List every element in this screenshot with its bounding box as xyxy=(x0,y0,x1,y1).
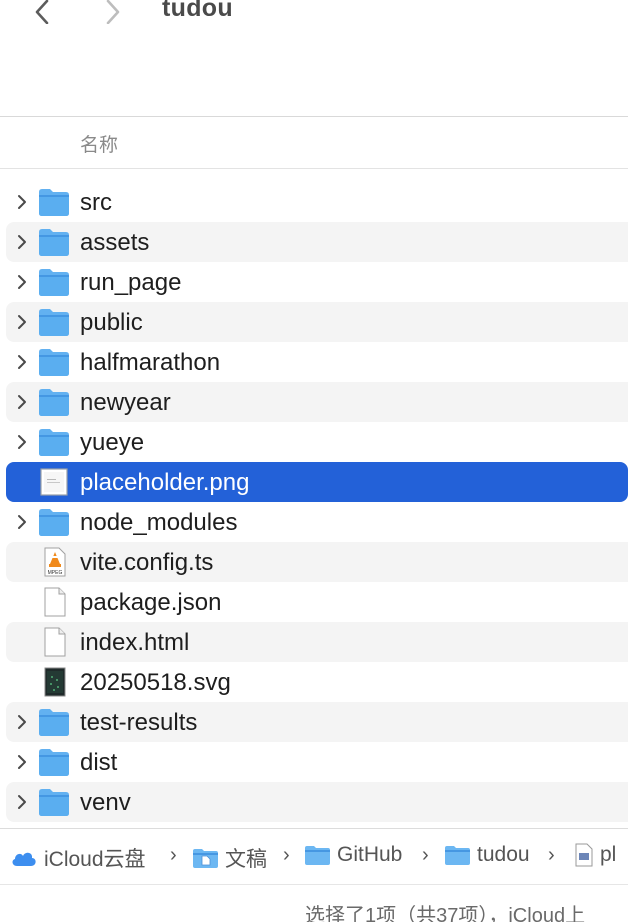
documents-folder-icon xyxy=(193,849,218,868)
crumb-github[interactable]: GitHub xyxy=(304,843,402,867)
file-row[interactable]: index.html xyxy=(6,622,628,662)
file-name: vite.config.ts xyxy=(80,549,214,576)
crumb-label: 文稿 xyxy=(225,848,267,871)
file-name: yueye xyxy=(80,429,145,456)
folder-icon xyxy=(39,709,69,736)
folder-icon xyxy=(39,189,69,216)
crumb-placeholder-file[interactable]: pl xyxy=(574,843,616,867)
file-row[interactable]: 20250518.svg xyxy=(6,662,628,702)
folder-icon xyxy=(39,429,69,456)
file-row[interactable]: yueye xyxy=(6,422,628,462)
toolbar: tudou xyxy=(0,0,628,117)
file-name: package.json xyxy=(80,589,222,616)
selection-status-text: 选择了1项（共37项），iCloud上 xyxy=(305,905,586,922)
folder-icon xyxy=(39,509,69,536)
folder-icon xyxy=(445,846,470,865)
folder-icon xyxy=(39,789,69,816)
file-row[interactable]: assets xyxy=(6,222,628,262)
file-row[interactable]: package.json xyxy=(6,582,628,622)
svg-text:MPEG: MPEG xyxy=(48,570,63,576)
mpeg-file-icon: MPEG xyxy=(44,547,66,577)
svg-file-icon xyxy=(44,667,66,697)
file-name: dist xyxy=(80,749,118,776)
file-row[interactable]: node_modules xyxy=(6,502,628,542)
crumb-separator: › xyxy=(170,844,177,866)
folder-icon xyxy=(39,309,69,336)
disclosure-triangle-icon[interactable] xyxy=(16,754,28,770)
png-file-icon xyxy=(40,468,68,496)
file-row[interactable]: MPEG vite.config.ts xyxy=(6,542,628,582)
crumb-documents[interactable]: 文稿 xyxy=(192,843,267,873)
file-list: src assets run_pagepublic halfmarathon newye… xyxy=(0,182,628,822)
file-row[interactable]: dist xyxy=(6,742,628,782)
folder-icon xyxy=(39,229,69,256)
folder-icon xyxy=(39,749,69,776)
crumb-icloud-drive[interactable]: iCloud云盘 xyxy=(10,843,146,873)
window-title: tudou xyxy=(162,0,233,22)
file-name: public xyxy=(80,309,143,336)
file-name: test-results xyxy=(80,709,198,736)
file-row[interactable]: newyear xyxy=(6,382,628,422)
file-name: venv xyxy=(80,789,131,816)
disclosure-triangle-icon[interactable] xyxy=(16,274,28,290)
crumb-label: pl xyxy=(600,843,617,866)
disclosure-triangle-icon[interactable] xyxy=(16,514,28,530)
blank-document-icon xyxy=(44,587,66,617)
disclosure-triangle-icon[interactable] xyxy=(16,394,28,410)
file-row[interactable]: run_page xyxy=(6,262,628,302)
column-header[interactable]: 名称 xyxy=(0,117,628,169)
back-chevron-icon[interactable] xyxy=(30,0,52,24)
file-name: src xyxy=(80,189,112,216)
crumb-separator: › xyxy=(548,844,555,866)
folder-icon xyxy=(39,269,69,296)
file-row[interactable]: venv xyxy=(6,782,628,822)
disclosure-triangle-icon[interactable] xyxy=(16,194,28,210)
file-name: index.html xyxy=(80,629,190,656)
status-bar: 选择了1项（共37项），iCloud上 xyxy=(0,885,628,922)
file-row[interactable]: halfmarathon xyxy=(6,342,628,382)
crumb-label: GitHub xyxy=(337,843,403,866)
file-name: assets xyxy=(80,229,150,256)
crumb-separator: › xyxy=(283,844,290,866)
folder-icon xyxy=(39,389,69,416)
forward-chevron-icon[interactable] xyxy=(102,0,124,24)
folder-icon xyxy=(39,349,69,376)
file-row[interactable]: public xyxy=(6,302,628,342)
disclosure-triangle-icon[interactable] xyxy=(16,794,28,810)
name-column-header[interactable]: 名称 xyxy=(80,130,118,157)
file-name: run_page xyxy=(80,269,182,296)
html-document-icon xyxy=(44,627,66,657)
folder-icon xyxy=(305,846,330,865)
disclosure-triangle-icon[interactable] xyxy=(16,354,28,370)
crumb-label: iCloud云盘 xyxy=(44,848,146,871)
disclosure-triangle-icon[interactable] xyxy=(16,314,28,330)
crumb-separator: › xyxy=(422,844,429,866)
icloud-icon xyxy=(12,852,36,866)
path-bar: iCloud云盘 › 文稿 › GitHub › tudou › pl xyxy=(0,829,628,884)
file-name: newyear xyxy=(80,389,171,416)
disclosure-triangle-icon[interactable] xyxy=(16,434,28,450)
image-file-icon xyxy=(575,843,593,867)
column-header-divider xyxy=(0,168,628,169)
file-row[interactable]: test-results xyxy=(6,702,628,742)
file-row[interactable]: placeholder.png xyxy=(6,462,628,502)
crumb-label: tudou xyxy=(477,843,530,866)
file-row[interactable]: src xyxy=(6,182,628,222)
file-name: node_modules xyxy=(80,509,238,536)
file-name: 20250518.svg xyxy=(80,669,231,696)
file-name: placeholder.png xyxy=(80,469,250,496)
file-name: halfmarathon xyxy=(80,349,221,376)
disclosure-triangle-icon[interactable] xyxy=(16,234,28,250)
disclosure-triangle-icon[interactable] xyxy=(16,714,28,730)
crumb-tudou[interactable]: tudou xyxy=(444,843,530,867)
